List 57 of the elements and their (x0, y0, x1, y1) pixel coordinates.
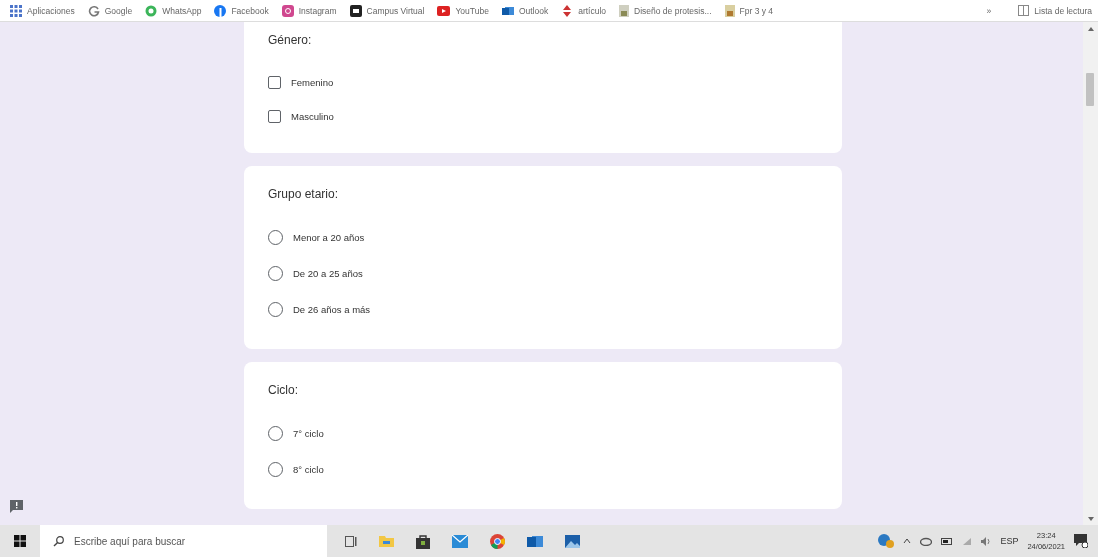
camera-icon (281, 4, 294, 17)
document-icon (619, 4, 630, 17)
bookmark-link[interactable]: artículo (561, 4, 607, 17)
language-indicator[interactable]: ESP (1000, 536, 1019, 546)
speaker-icon[interactable] (981, 536, 992, 546)
reading-list-icon (1018, 5, 1030, 16)
mail-app-icon[interactable] (527, 534, 543, 548)
reading-list-button[interactable]: Lista de lectura (1018, 5, 1092, 16)
notifications-icon[interactable] (1074, 534, 1088, 548)
board-icon (349, 4, 362, 17)
scrollbar[interactable] (1083, 22, 1098, 525)
bookmark-link[interactable]: Google (87, 4, 133, 17)
option-label[interactable]: Menor a 20 años (293, 231, 365, 243)
search-icon (53, 535, 64, 547)
mail-app-icon (501, 4, 514, 17)
document-icon (724, 4, 735, 17)
feedback-icon[interactable] (10, 500, 23, 513)
play-icon (437, 5, 451, 16)
more-bookmarks-button[interactable]: » (986, 5, 992, 16)
bookmark-link[interactable]: Diseño de protesis... (619, 4, 712, 17)
option-label[interactable]: Masculino (291, 110, 334, 122)
windows-start-icon[interactable] (14, 535, 26, 547)
people-icon[interactable] (878, 534, 895, 548)
scroll-up-icon[interactable] (1088, 27, 1094, 31)
option-label[interactable]: Femenino (291, 76, 334, 88)
bookmark-link[interactable]: Campus Virtual (349, 4, 425, 17)
g-letter-icon (87, 4, 100, 17)
bookmark-link[interactable]: Outlook (501, 4, 549, 17)
bookmark-link[interactable]: Fpr 3 y 4 (724, 4, 774, 17)
chevron-up-icon[interactable] (903, 538, 912, 544)
option-label[interactable]: 8° ciclo (293, 463, 324, 475)
battery-icon[interactable] (941, 537, 954, 545)
question-title: Grupo etario: (268, 187, 339, 201)
folder-icon[interactable] (379, 535, 394, 547)
option-label[interactable]: 7° ciclo (293, 427, 324, 439)
scrollbar-thumb[interactable] (1086, 73, 1094, 106)
search-placeholder: Escribe aquí para buscar (74, 535, 186, 547)
question-title: Ciclo: (268, 383, 298, 397)
task-view-icon[interactable] (345, 535, 357, 547)
taskbar-search-field[interactable]: Escribe aquí para buscar (40, 525, 327, 557)
bookmark-link[interactable]: YouTube (437, 5, 489, 16)
bookmark-link[interactable]: Instagram (281, 4, 337, 17)
landscape-photo-icon[interactable] (565, 534, 580, 548)
shopping-bag-icon[interactable] (416, 533, 430, 549)
bookmark-link[interactable]: WhatsApp (145, 4, 202, 17)
apps-grid-icon (10, 4, 22, 17)
browser-icon[interactable] (490, 533, 505, 549)
diamond-arrows-icon (561, 4, 574, 17)
option-label[interactable]: De 20 a 25 años (293, 267, 363, 279)
bookmark-link[interactable]: Facebook (214, 4, 269, 17)
bookmark-link[interactable]: Aplicaciones (10, 4, 75, 17)
question-title: Género: (268, 33, 312, 47)
checkbox[interactable] (268, 75, 281, 89)
mail-icon[interactable] (452, 534, 468, 548)
scroll-down-icon[interactable] (1088, 517, 1094, 521)
checkbox[interactable] (268, 109, 281, 123)
option-label[interactable]: De 26 años a más (293, 303, 371, 315)
